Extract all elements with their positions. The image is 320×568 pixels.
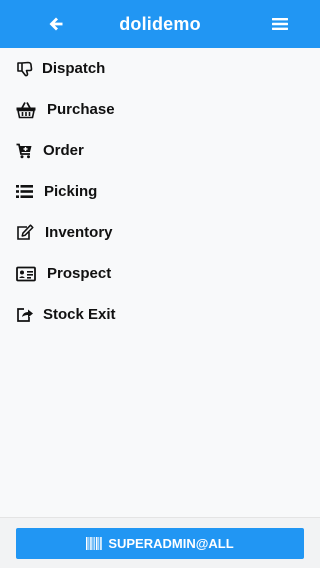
app-header: dolidemo	[0, 0, 320, 48]
hamburger-menu-icon	[272, 18, 288, 30]
menu-item-label: Picking	[44, 183, 98, 200]
id-card-icon	[16, 266, 36, 281]
thumbs-down-icon	[17, 61, 33, 76]
main-menu: Dispatch Purchase Order Picking Inventor…	[0, 48, 320, 335]
menu-item-prospect[interactable]: Prospect	[0, 253, 320, 294]
edit-icon	[17, 224, 34, 240]
menu-item-label: Prospect	[47, 265, 112, 282]
shopping-basket-icon	[16, 101, 36, 118]
menu-item-label: Order	[43, 142, 84, 159]
user-account-button[interactable]: SUPERADMIN@ALL	[16, 528, 304, 559]
menu-item-purchase[interactable]: Purchase	[0, 89, 320, 130]
menu-item-stock-exit[interactable]: Stock Exit	[0, 294, 320, 335]
share-square-icon	[17, 308, 33, 322]
menu-item-label: Dispatch	[42, 60, 106, 77]
menu-item-label: Stock Exit	[43, 306, 116, 323]
cart-plus-icon	[16, 143, 32, 158]
list-icon	[16, 185, 33, 198]
menu-item-inventory[interactable]: Inventory	[0, 212, 320, 253]
menu-item-label: Purchase	[47, 101, 115, 118]
menu-item-label: Inventory	[45, 224, 113, 241]
footer-bar: SUPERADMIN@ALL	[0, 517, 320, 568]
menu-item-picking[interactable]: Picking	[0, 171, 320, 212]
user-account-label: SUPERADMIN@ALL	[108, 536, 234, 551]
menu-button[interactable]	[270, 14, 290, 34]
menu-item-order[interactable]: Order	[0, 130, 320, 171]
barcode-icon	[86, 537, 103, 550]
menu-item-dispatch[interactable]: Dispatch	[0, 48, 320, 89]
